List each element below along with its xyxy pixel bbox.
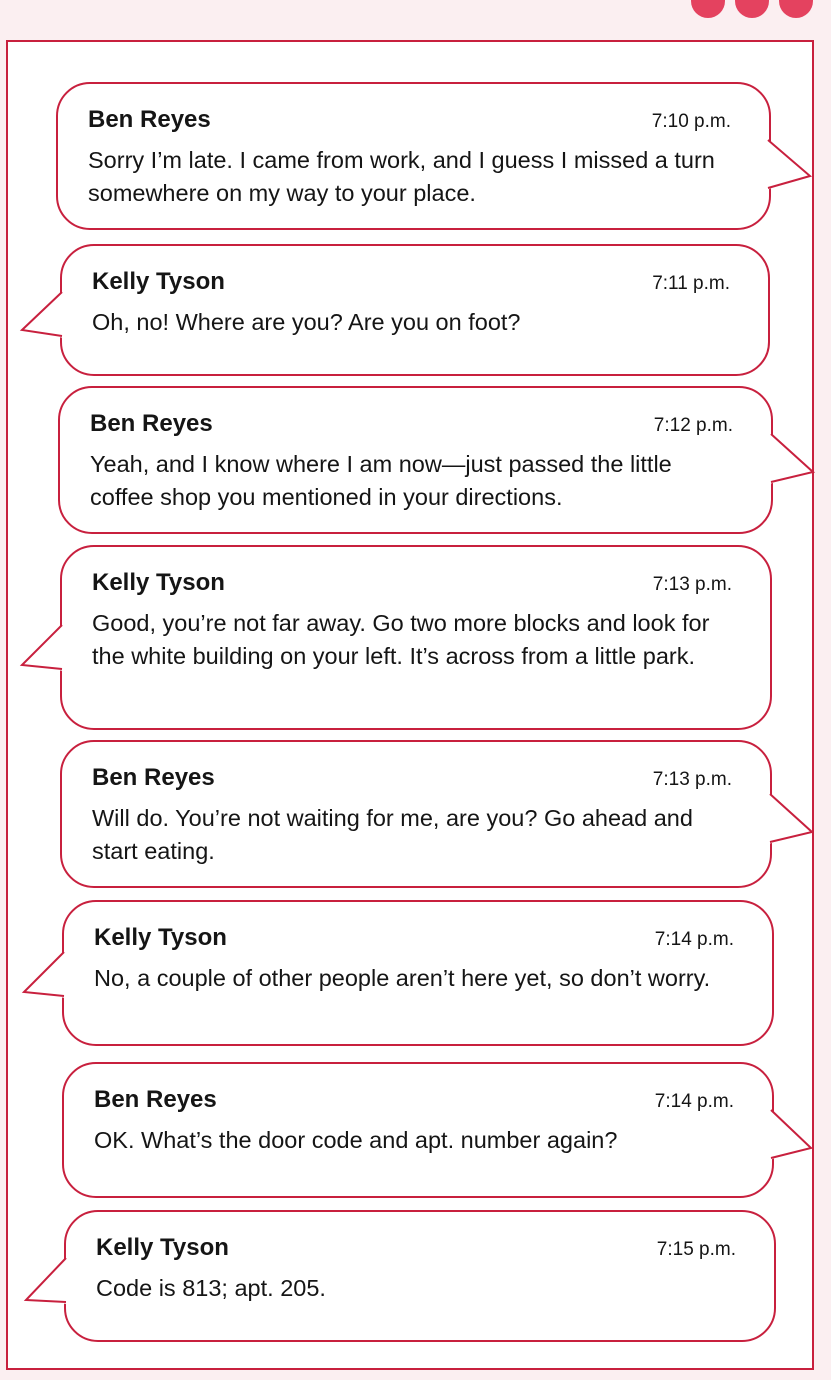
decorative-dot [779, 0, 813, 18]
decorative-dot [691, 0, 725, 18]
message-text: OK. What’s the door code and apt. number… [94, 1127, 618, 1153]
sender-name: Ben Reyes [94, 1086, 217, 1113]
sender-name: Ben Reyes [90, 410, 213, 437]
message-time: 7:13 p.m. [652, 769, 732, 790]
message-text: Yeah, and I know where I am now—just pas… [90, 451, 672, 510]
message-time: 7:14 p.m. [654, 929, 734, 950]
message-bubble: Ben Reyes 7:12 p.m. Yeah, and I know whe… [58, 386, 773, 534]
message-text: No, a couple of other people aren’t here… [94, 965, 711, 991]
sender-name: Kelly Tyson [94, 924, 227, 951]
message-time: 7:14 p.m. [654, 1091, 734, 1112]
message-bubble: Ben Reyes 7:13 p.m. Will do. You’re not … [60, 740, 772, 888]
message-text: Good, you’re not far away. Go two more b… [92, 610, 710, 669]
message-time: 7:15 p.m. [656, 1239, 736, 1260]
message-text: Sorry I’m late. I came from work, and I … [88, 147, 715, 206]
message-bubble: Ben Reyes 7:10 p.m. Sorry I’m late. I ca… [56, 82, 771, 230]
sender-name: Kelly Tyson [92, 268, 225, 295]
sender-name: Kelly Tyson [96, 1234, 229, 1261]
speech-tail-left [21, 950, 66, 998]
speech-tail-left [19, 290, 64, 338]
message-time: 7:12 p.m. [653, 415, 733, 436]
speech-tail-right [769, 432, 816, 484]
message-bubble: Kelly Tyson 7:13 p.m. Good, you’re not f… [60, 545, 772, 730]
message-bubble: Kelly Tyson 7:11 p.m. Oh, no! Where are … [60, 244, 770, 376]
sender-name: Ben Reyes [88, 106, 211, 133]
message-time: 7:10 p.m. [651, 111, 731, 132]
speech-tail-right [768, 792, 815, 844]
message-bubble: Kelly Tyson 7:14 p.m. No, a couple of ot… [62, 900, 774, 1046]
sender-name: Ben Reyes [92, 764, 215, 791]
decorative-dots [691, 0, 813, 18]
message-bubble: Ben Reyes 7:14 p.m. OK. What’s the door … [62, 1062, 774, 1198]
speech-tail-right [766, 138, 813, 190]
speech-tail-left [23, 1256, 68, 1304]
message-time: 7:13 p.m. [652, 574, 732, 595]
sender-name: Kelly Tyson [92, 569, 225, 596]
message-text: Code is 813; apt. 205. [96, 1275, 326, 1301]
message-text: Oh, no! Where are you? Are you on foot? [92, 309, 521, 335]
speech-tail-right [769, 1108, 814, 1160]
message-text: Will do. You’re not waiting for me, are … [92, 805, 693, 864]
message-bubble: Kelly Tyson 7:15 p.m. Code is 813; apt. … [64, 1210, 776, 1342]
speech-tail-left [19, 623, 64, 671]
decorative-dot [735, 0, 769, 18]
message-time: 7:11 p.m. [652, 273, 730, 294]
conversation-frame: Ben Reyes 7:10 p.m. Sorry I’m late. I ca… [6, 40, 816, 1370]
